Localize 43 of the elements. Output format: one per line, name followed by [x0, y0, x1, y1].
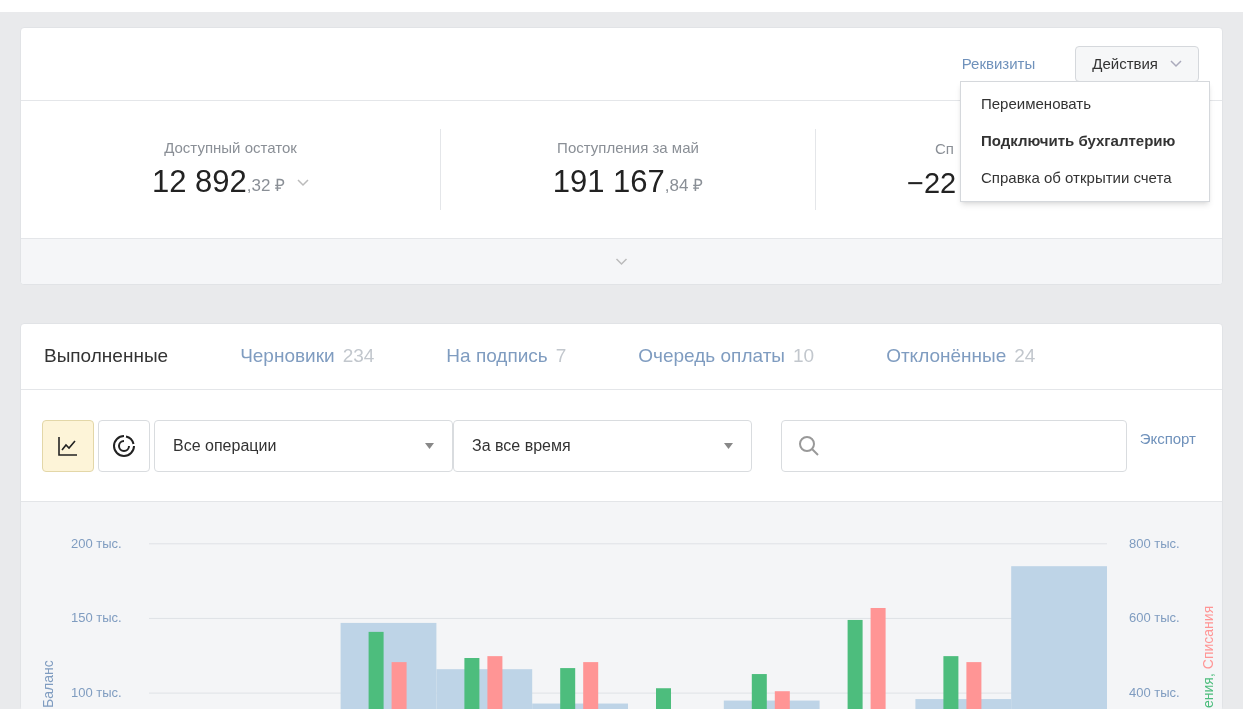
- y-axis-tick: 600 тыс.: [1129, 611, 1180, 625]
- tab[interactable]: Выполненные: [44, 342, 169, 371]
- y-axis-tick: 150 тыс.: [71, 611, 122, 625]
- stat-value: −22: [907, 165, 957, 201]
- y-axis-label: Списания: [1201, 605, 1215, 670]
- y-axis-tick: 200 тыс.: [71, 536, 122, 550]
- search-icon: [798, 434, 820, 457]
- caret-icon: [724, 442, 733, 449]
- narrow-bar: [751, 674, 767, 709]
- search-field[interactable]: [781, 419, 1127, 472]
- chevron-down-icon: [615, 257, 628, 266]
- narrow-bar: [464, 658, 480, 709]
- narrow-bar: [943, 656, 959, 709]
- y-axis-label: ения,: [1201, 673, 1215, 708]
- line-chart-icon: [57, 434, 79, 457]
- menu-item[interactable]: Справка об открытии счета: [961, 160, 1209, 197]
- y-axis-label: Баланс: [41, 660, 55, 708]
- filter-dropdown[interactable]: Все операции: [154, 419, 453, 472]
- menu-item[interactable]: Переименовать: [961, 86, 1209, 123]
- chevron-down-icon: [1170, 60, 1182, 68]
- stat-value: 191 167: [552, 163, 665, 202]
- caret-icon: [425, 442, 434, 449]
- stat-label: Доступный остаток: [164, 137, 297, 158]
- actions-button[interactable]: Действия: [1075, 46, 1199, 82]
- view-toggle-button[interactable]: [42, 419, 94, 472]
- donut-chart-icon: [112, 433, 136, 458]
- narrow-bar: [583, 662, 599, 709]
- filter-dropdown[interactable]: За все время: [453, 419, 752, 472]
- narrow-bar: [487, 656, 503, 709]
- narrow-bar: [774, 691, 790, 709]
- y-axis-tick: 800 тыс.: [1129, 536, 1180, 550]
- menu-item[interactable]: Подключить бухгалтерию: [961, 123, 1209, 160]
- y-axis-tick: 100 тыс.: [71, 686, 122, 700]
- stat-value: 12 892: [151, 163, 247, 202]
- stat-fraction: ,84 ₽: [664, 174, 704, 197]
- view-toggle-button[interactable]: [98, 419, 150, 472]
- narrow-bar: [656, 688, 671, 709]
- stat-label: Сп: [935, 139, 954, 160]
- stat-label: Поступления за май: [557, 137, 699, 158]
- y-axis-tick: 400 тыс.: [1129, 686, 1180, 700]
- narrow-bar: [560, 668, 576, 709]
- stat-fraction: ,32 ₽: [246, 174, 286, 197]
- narrow-bar: [966, 662, 982, 709]
